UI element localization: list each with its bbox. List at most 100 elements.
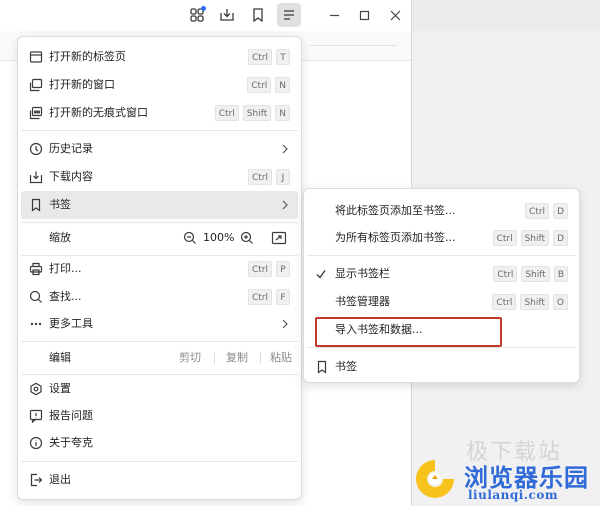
extensions-button[interactable] [185, 3, 209, 27]
shortcut-key: B [553, 266, 568, 282]
maximize-icon [359, 10, 369, 20]
shortcut-keys: Ctrl Shift B [493, 266, 568, 282]
background-titlebar [412, 0, 600, 31]
menu-item-label: 打印... [49, 262, 82, 275]
shortcut-key: P [276, 261, 290, 277]
menu-item-label: 更多工具 [49, 317, 93, 330]
menu-item-label: 缩放 [49, 231, 71, 244]
shortcut-key: T [276, 49, 290, 65]
downloads-button[interactable] [215, 3, 239, 27]
shortcut-key: F [276, 289, 290, 305]
shortcut-key: N [275, 77, 290, 93]
submenu-item-bookmark-manager[interactable]: 书签管理器 Ctrl Shift O [307, 288, 576, 316]
fullscreen-button[interactable] [271, 231, 287, 245]
menu-item-quit[interactable]: 退出 [21, 466, 298, 494]
shortcut-keys: Ctrl Shift D [492, 230, 568, 246]
menu-item-label: 设置 [49, 382, 71, 395]
shortcut-keys: Ctrl N [247, 77, 290, 93]
shortcut-key: Ctrl [247, 261, 272, 277]
fullscreen-icon [271, 231, 287, 245]
new-tab-icon [29, 50, 43, 64]
zoom-in-icon [240, 231, 253, 244]
menu-item-print[interactable]: 打印... Ctrl P [21, 255, 298, 283]
menu-item-label: 报告问题 [49, 409, 93, 422]
menu-separator [307, 347, 576, 348]
shortcut-key: D [553, 230, 568, 246]
download-icon [29, 170, 43, 184]
shortcut-keys: Ctrl Shift O [492, 294, 568, 310]
close-button[interactable] [383, 3, 407, 27]
menu-item-report-issue[interactable]: 报告问题 [21, 402, 298, 430]
minimize-button[interactable] [322, 3, 346, 27]
zoom-in-button[interactable] [240, 231, 254, 245]
menu-item-new-window[interactable]: 打开新的窗口 Ctrl N [21, 71, 298, 99]
paste-button[interactable]: 粘贴 [270, 351, 292, 365]
submenu-item-bookmark-all-tabs[interactable]: 为所有标签页添加书签... Ctrl Shift D [307, 224, 576, 252]
menu-item-downloads[interactable]: 下载内容 Ctrl J [21, 163, 298, 191]
shortcut-key: Ctrl [247, 49, 272, 65]
menu-item-label: 打开新的标签页 [49, 50, 126, 63]
search-icon [29, 290, 43, 304]
shortcut-key: J [276, 169, 290, 185]
zoom-out-icon [183, 231, 196, 244]
exit-icon [29, 473, 43, 487]
menu-item-edit: 编辑 剪切 复制 粘贴 [21, 344, 298, 372]
shortcut-key: Shift [520, 294, 549, 310]
close-icon [390, 10, 400, 20]
report-icon [29, 409, 43, 424]
menu-item-label: 历史记录 [49, 142, 93, 155]
menu-item-bookmarks[interactable]: 书签 [21, 191, 298, 219]
shortcut-keys: Ctrl D [525, 203, 568, 219]
menu-item-label: 编辑 [49, 351, 71, 364]
submenu-item-show-bookmarks-bar[interactable]: 显示书签栏 Ctrl Shift B [307, 260, 576, 288]
menu-item-history[interactable]: 历史记录 [21, 135, 298, 163]
menu-icon [284, 10, 294, 20]
submenu-item-bookmark-folder[interactable]: 书签 [307, 353, 576, 381]
cut-button[interactable]: 剪切 [179, 351, 201, 365]
bookmarks-submenu: 将此标签页添加至书签... Ctrl D 为所有标签页添加书签... Ctrl … [303, 188, 580, 383]
more-dots-icon [29, 317, 43, 331]
menu-item-label: 书签 [335, 360, 357, 373]
shortcut-keys: Ctrl J [247, 169, 290, 185]
shortcut-keys: Ctrl T [247, 49, 290, 65]
menu-item-label: 书签 [49, 198, 71, 211]
edit-divider [260, 352, 261, 364]
bookmark-icon [253, 8, 263, 23]
copy-button[interactable]: 复制 [226, 351, 248, 365]
chevron-right-icon [280, 142, 290, 156]
shortcut-key: O [552, 294, 568, 310]
submenu-item-bookmark-this-tab[interactable]: 将此标签页添加至书签... Ctrl D [307, 197, 576, 225]
menu-item-label: 打开新的无痕式窗口 [49, 106, 148, 119]
highlight-box [315, 317, 502, 347]
shortcut-keys: Ctrl P [247, 261, 290, 277]
chevron-right-icon [280, 198, 290, 212]
menu-item-label: 打开新的窗口 [49, 78, 115, 91]
menu-item-label: 退出 [49, 473, 71, 486]
menu-item-label: 为所有标签页添加书签... [335, 231, 456, 244]
edit-divider [214, 352, 215, 364]
menu-item-new-private-window[interactable]: 打开新的无痕式窗口 Ctrl Shift N [21, 99, 298, 127]
shortcut-key: Ctrl [525, 203, 550, 219]
menu-item-label: 书签管理器 [335, 295, 390, 308]
shortcut-keys: Ctrl F [247, 289, 290, 305]
main-menu-button[interactable] [277, 3, 301, 27]
menu-item-new-tab[interactable]: 打开新的标签页 Ctrl T [21, 43, 298, 71]
maximize-button[interactable] [352, 3, 376, 27]
main-menu: 打开新的标签页 Ctrl T 打开新的窗口 Ctrl N 打开新的无痕式窗口 C… [17, 36, 302, 500]
bookmark-icon [315, 360, 329, 374]
bookmark-toolbar-button[interactable] [246, 3, 270, 27]
menu-item-find[interactable]: 查找... Ctrl F [21, 283, 298, 311]
shortcut-key: Shift [520, 230, 550, 246]
menu-item-about[interactable]: 关于夸克 [21, 429, 298, 457]
zoom-out-button[interactable] [183, 231, 197, 245]
menu-separator [21, 341, 298, 342]
settings-icon [29, 382, 43, 396]
menu-item-more-tools[interactable]: 更多工具 [21, 310, 298, 338]
download-icon [220, 9, 234, 21]
menu-item-settings[interactable]: 设置 [21, 375, 298, 403]
shortcut-key: Ctrl [247, 289, 272, 305]
watermark-url: liulanqi.com [468, 488, 559, 502]
shortcut-key: Ctrl [247, 77, 272, 93]
menu-item-zoom: 缩放 100% [21, 224, 298, 252]
notification-dot [201, 6, 206, 11]
